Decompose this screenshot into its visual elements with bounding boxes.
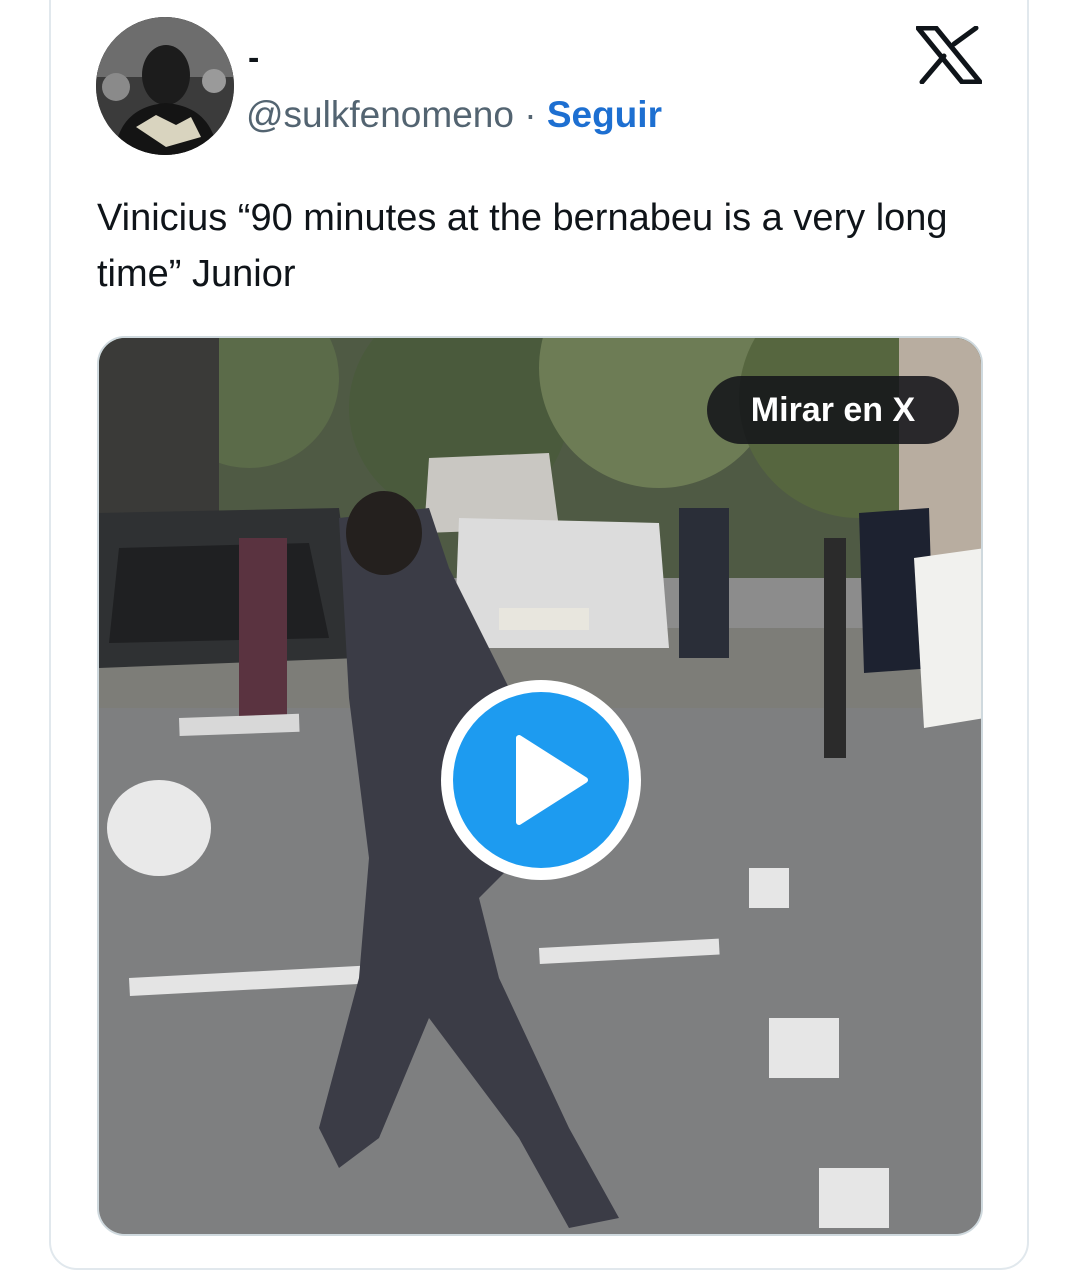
play-icon xyxy=(516,735,588,825)
x-logo-icon[interactable] xyxy=(916,26,982,84)
user-handle[interactable]: @sulkfenomeno xyxy=(246,94,514,135)
watch-on-x-button[interactable]: Mirar en X xyxy=(707,376,959,444)
video-player[interactable]: Mirar en X xyxy=(97,336,983,1236)
display-name[interactable]: - xyxy=(248,38,259,78)
avatar[interactable] xyxy=(96,17,234,155)
handle-row: @sulkfenomeno · Seguir xyxy=(246,92,662,138)
play-button[interactable] xyxy=(441,680,641,880)
separator-dot: · xyxy=(524,94,537,135)
play-button-circle xyxy=(453,692,629,868)
avatar-photo xyxy=(96,17,234,155)
tweet-text: Vinicius “90 minutes at the bernabeu is … xyxy=(97,197,948,295)
follow-button[interactable]: Seguir xyxy=(547,94,662,135)
